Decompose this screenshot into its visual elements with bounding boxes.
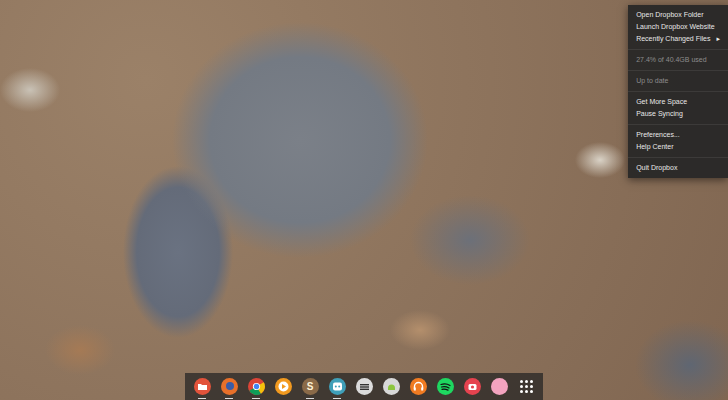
dock-item[interactable] <box>409 377 427 395</box>
app-icon <box>464 378 481 395</box>
menu-item[interactable]: Quit Dropbox <box>628 162 728 174</box>
app-icon <box>248 378 265 395</box>
menu-item[interactable]: Recently Changed Files▸ <box>628 33 728 45</box>
dock-item[interactable] <box>247 377 265 395</box>
menu-item[interactable]: Preferences... <box>628 129 728 141</box>
active-indicator <box>225 398 233 399</box>
menu-item: Up to date <box>628 75 728 87</box>
app-icon <box>356 378 373 395</box>
app-icon <box>410 378 427 395</box>
menu-separator <box>628 70 728 71</box>
desktop: S Open Dropbox FolderLaunch Dropbox Websi… <box>0 0 728 400</box>
dock-item[interactable] <box>463 377 481 395</box>
app-icon <box>194 378 211 395</box>
dock-item[interactable] <box>328 377 346 395</box>
menu-item[interactable]: Open Dropbox Folder <box>628 9 728 21</box>
menu-separator <box>628 91 728 92</box>
app-icon <box>221 378 238 395</box>
dock: S <box>185 373 543 400</box>
dock-item[interactable] <box>436 377 454 395</box>
app-icon <box>275 378 292 395</box>
submenu-arrow-icon: ▸ <box>716 33 720 45</box>
menu-separator <box>628 124 728 125</box>
dock-item[interactable] <box>193 377 211 395</box>
menu-item[interactable]: Help Center <box>628 141 728 153</box>
dropbox-menu: Open Dropbox FolderLaunch Dropbox Websit… <box>628 5 728 178</box>
app-icon <box>383 378 400 395</box>
menu-item[interactable]: Get More Space <box>628 96 728 108</box>
menu-separator <box>628 157 728 158</box>
active-indicator <box>198 398 206 399</box>
dock-item[interactable]: S <box>301 377 319 395</box>
dock-item[interactable] <box>517 377 535 395</box>
active-indicator <box>306 398 314 399</box>
app-icon <box>518 378 535 395</box>
dock-item[interactable] <box>490 377 508 395</box>
app-icon: S <box>302 378 319 395</box>
app-icon <box>329 378 346 395</box>
dock-item[interactable] <box>274 377 292 395</box>
menu-item[interactable]: Launch Dropbox Website <box>628 21 728 33</box>
dock-item[interactable] <box>355 377 373 395</box>
app-icon <box>491 378 508 395</box>
active-indicator <box>252 398 260 399</box>
menu-item: 27.4% of 40.4GB used <box>628 54 728 66</box>
app-icon <box>437 378 454 395</box>
dock-item[interactable] <box>382 377 400 395</box>
menu-separator <box>628 49 728 50</box>
active-indicator <box>333 398 341 399</box>
menu-item[interactable]: Pause Syncing <box>628 108 728 120</box>
dock-item[interactable] <box>220 377 238 395</box>
